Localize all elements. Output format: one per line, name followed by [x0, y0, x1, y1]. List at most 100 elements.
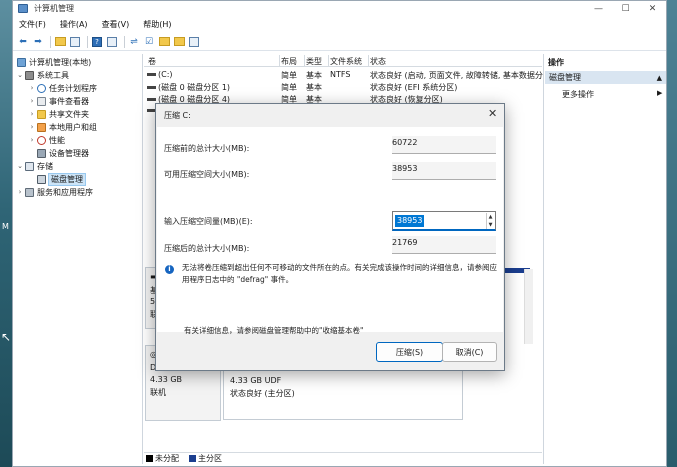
menubar: 文件(F) 操作(A) 查看(V) 帮助(H) [13, 17, 666, 31]
minimize-button[interactable]: — [585, 1, 612, 16]
actions-title: 操作 [548, 58, 564, 67]
chevron-right-icon[interactable]: › [16, 188, 24, 196]
chevron-right-icon[interactable]: › [28, 123, 36, 131]
menu-file[interactable]: 文件(F) [19, 19, 46, 30]
device-icon [37, 148, 46, 158]
info-icon: i [165, 265, 174, 274]
tree-item-system-tools[interactable]: ⌄ 系统工具 [16, 69, 69, 81]
spin-down-icon[interactable]: ▼ [487, 221, 494, 229]
back-arrow-icon[interactable]: ⬅ [17, 36, 29, 48]
header-type[interactable]: 类型 [306, 56, 322, 67]
toolbar: ⬅ ➡ ? ⇌ ☑ [13, 33, 666, 51]
menu-view[interactable]: 查看(V) [102, 19, 130, 30]
dialog-body: 压缩前的总计大小(MB): 60722 可用压缩空间大小(MB): 38953 … [157, 127, 503, 335]
collapse-triangle-icon[interactable]: ▲ [657, 74, 662, 82]
connect-icon[interactable]: ⇌ [128, 36, 140, 48]
actions-pane: 操作 磁盘管理 ▲ 更多操作 ▶ [543, 54, 666, 464]
actions-section-disk-management[interactable]: 磁盘管理 ▲ [545, 71, 666, 84]
info-message: 无法将卷压缩到超出任何不可移动的文件所在的点。有关完成该操作时间的详细信息，请参… [182, 263, 497, 284]
chevron-right-icon[interactable]: › [28, 136, 36, 144]
tree-item-task-scheduler[interactable]: › 任务计划程序 [28, 82, 97, 94]
shrink-amount-input[interactable]: 38953 ▲ ▼ [392, 211, 496, 231]
tree-item-services[interactable]: › 服务和应用程序 [16, 186, 93, 198]
tree-item-local-users[interactable]: › 本地用户和组 [28, 121, 97, 133]
disk-icon [37, 174, 46, 184]
tools-icon [25, 70, 34, 80]
toolbar-separator [50, 35, 51, 48]
unallocated-swatch [146, 455, 153, 462]
clock-icon [37, 83, 46, 93]
storage-icon [25, 161, 34, 171]
window-title: 计算机管理 [34, 4, 74, 13]
vertical-scrollbar[interactable] [524, 269, 533, 344]
desktop-left-edge [0, 0, 12, 467]
desktop-label: M [2, 222, 9, 231]
forward-arrow-icon[interactable]: ➡ [32, 36, 44, 48]
menu-help[interactable]: 帮助(H) [143, 19, 171, 30]
tree-item-storage[interactable]: ⌄ 存储 [16, 160, 53, 172]
maximize-button[interactable]: ☐ [612, 1, 639, 16]
tree-item-shared-folders[interactable]: › 共享文件夹 [28, 108, 89, 120]
up-folder-icon[interactable] [54, 36, 66, 48]
volume-table-header: 卷 布局 类型 文件系统 状态 [144, 54, 542, 67]
shrink-dialog: 压缩 C: ✕ 压缩前的总计大小(MB): 60722 可用压缩空间大小(MB)… [155, 103, 505, 371]
more-actions-link[interactable]: 更多操作 [562, 89, 594, 100]
performance-icon [37, 135, 46, 145]
toolbar-separator [124, 35, 125, 48]
total-after-field: 21769 [392, 236, 496, 254]
console-tree: 计算机管理(本地) ⌄ 系统工具 › 任务计划程序 › 事件查看器 › 共享文件… [14, 54, 143, 464]
chevron-right-icon[interactable]: › [28, 84, 36, 92]
tree-item-event-viewer[interactable]: › 事件查看器 [28, 95, 89, 107]
users-icon [37, 122, 46, 132]
header-layout[interactable]: 布局 [281, 56, 297, 67]
spin-control[interactable]: ▲ ▼ [486, 213, 494, 229]
event-icon [37, 96, 46, 106]
table-row[interactable]: (磁盘 0 磁盘分区 1) 简单 基本 状态良好 (EFI 系统分区) [144, 81, 542, 92]
list-view-icon[interactable] [188, 36, 200, 48]
tree-item-disk-management[interactable]: 磁盘管理 [36, 172, 86, 186]
desktop-right-edge [667, 0, 677, 467]
input-amount-label: 输入压缩空间量(MB)(E): [164, 217, 253, 226]
chevron-down-icon[interactable]: ⌄ [16, 162, 24, 170]
dialog-close-button[interactable]: ✕ [488, 107, 497, 120]
shrink-button[interactable]: 压缩(S) [376, 342, 443, 362]
cancel-button[interactable]: 取消(C) [442, 342, 497, 362]
help-reference-text: 有关详细信息，请参阅磁盘管理帮助中的"收缩基本卷" [184, 326, 364, 335]
legend: 未分配 主分区 [144, 452, 542, 464]
titlebar: 计算机管理 — ☐ ✕ [13, 1, 666, 16]
chevron-down-icon[interactable]: ⌄ [16, 71, 24, 79]
tree-item-performance[interactable]: › 性能 [28, 134, 65, 146]
volume-icon [147, 86, 156, 89]
total-before-label: 压缩前的总计大小(MB): [164, 144, 250, 153]
available-label: 可用压缩空间大小(MB): [164, 170, 250, 179]
tree-item-root[interactable]: 计算机管理(本地) [16, 56, 91, 68]
total-after-label: 压缩后的总计大小(MB): [164, 244, 250, 253]
chevron-right-icon[interactable]: › [28, 97, 36, 105]
app-icon [18, 4, 28, 13]
header-status[interactable]: 状态 [370, 56, 386, 67]
table-row[interactable]: (C:) 简单 基本 NTFS 状态良好 (启动, 页面文件, 故障转储, 基本… [144, 69, 543, 80]
help-icon[interactable]: ? [91, 36, 103, 48]
header-filesystem[interactable]: 文件系统 [330, 56, 362, 67]
properties-icon[interactable] [106, 36, 118, 48]
check-icon[interactable]: ☑ [143, 36, 155, 48]
mouse-cursor-icon: ↖ [1, 330, 12, 344]
folder-icon [37, 109, 46, 119]
header-volume[interactable]: 卷 [148, 56, 156, 67]
chevron-right-icon[interactable]: › [28, 110, 36, 118]
total-before-field: 60722 [392, 136, 496, 154]
tree-item-device-manager[interactable]: 设备管理器 [36, 147, 89, 159]
volume-icon [147, 73, 156, 76]
dialog-title: 压缩 C: [164, 111, 191, 120]
folder-icon[interactable] [158, 36, 170, 48]
primary-partition-swatch [189, 455, 196, 462]
close-button[interactable]: ✕ [639, 1, 666, 16]
search-folder-icon[interactable] [173, 36, 185, 48]
spin-up-icon[interactable]: ▲ [487, 213, 494, 221]
chevron-right-icon[interactable]: ▶ [657, 89, 662, 97]
menu-action[interactable]: 操作(A) [60, 19, 88, 30]
volume-icon [147, 98, 156, 101]
console-tree-icon[interactable] [69, 36, 81, 48]
shrink-amount-value[interactable]: 38953 [395, 215, 425, 227]
computer-icon [17, 57, 26, 67]
